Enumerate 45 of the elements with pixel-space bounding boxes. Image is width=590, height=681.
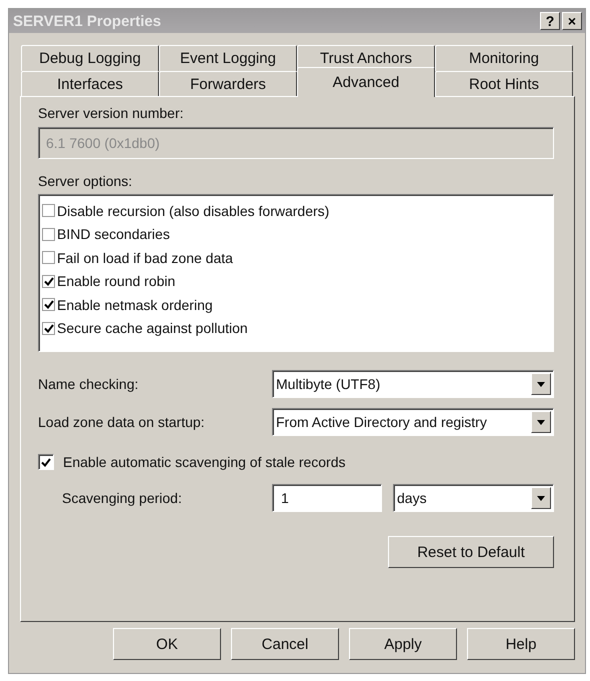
- dialog-button[interactable]: Cancel: [231, 628, 339, 660]
- load-zone-dropdown[interactable]: From Active Directory and registry: [272, 408, 554, 436]
- option-label: BIND secondaries: [57, 226, 170, 242]
- option-label: Fail on load if bad zone data: [57, 250, 233, 266]
- dialog-button[interactable]: Help: [467, 628, 575, 660]
- dropdown-arrow-icon: [537, 382, 545, 386]
- help-button[interactable]: ?: [540, 12, 560, 30]
- reset-button[interactable]: Reset to Default: [388, 536, 554, 568]
- option-label: Enable netmask ordering: [57, 296, 213, 313]
- check-icon: [41, 458, 51, 466]
- period-field[interactable]: 1: [272, 484, 382, 512]
- close-button[interactable]: ×: [562, 12, 582, 30]
- tab[interactable]: Event Logging: [159, 45, 297, 71]
- field-label: Server version number:: [38, 105, 185, 121]
- checkbox[interactable]: [42, 204, 55, 218]
- field-label: Server options:: [38, 173, 134, 189]
- checkbox[interactable]: [42, 298, 55, 312]
- check-icon: [44, 276, 54, 286]
- field-label: Name checking:: [38, 376, 140, 392]
- dropdown-arrow-icon: [537, 496, 545, 500]
- tab[interactable]: Advanced: [297, 67, 435, 97]
- dropdown-arrow-icon: [537, 420, 545, 424]
- check-icon: [44, 324, 54, 333]
- field-label: Scavenging period:: [62, 490, 183, 506]
- tab[interactable]: Forwarders: [159, 71, 297, 97]
- tab[interactable]: Debug Logging: [21, 45, 159, 71]
- dialog-button[interactable]: OK: [113, 628, 221, 660]
- option-label: Secure cache against pollution: [57, 320, 248, 336]
- checkbox[interactable]: [42, 322, 55, 335]
- tab[interactable]: Interfaces: [21, 71, 159, 97]
- option-label: Disable recursion (also disables forwarders): [57, 202, 330, 219]
- tab[interactable]: Root Hints: [435, 71, 573, 97]
- tab[interactable]: Monitoring: [435, 45, 573, 71]
- dialog-button[interactable]: Apply: [349, 628, 457, 660]
- check-icon: [44, 300, 54, 310]
- checkbox[interactable]: [38, 454, 54, 470]
- checkbox[interactable]: [42, 251, 55, 264]
- checkbox-label: Enable automatic scavenging of stale records: [63, 454, 346, 470]
- field-label: Load zone data on startup:: [38, 414, 206, 430]
- checkbox[interactable]: [42, 228, 55, 241]
- option-label: Enable round robin: [57, 273, 176, 290]
- window-title: SERVER1 Properties: [13, 12, 162, 30]
- checkbox[interactable]: [42, 274, 55, 288]
- unit-dropdown[interactable]: days: [393, 484, 554, 512]
- name-checking-dropdown[interactable]: Multibyte (UTF8): [272, 370, 554, 398]
